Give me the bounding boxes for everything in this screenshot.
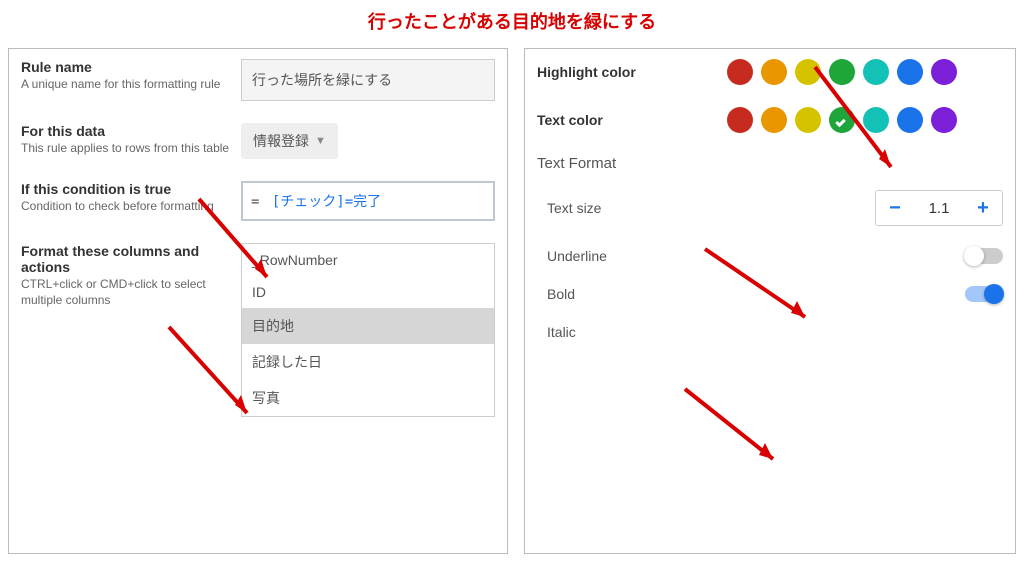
rule-name-input[interactable]: 行った場所を緑にする	[241, 59, 495, 101]
color-swatch[interactable]	[795, 107, 821, 133]
condition-label: If this condition is true	[21, 181, 231, 197]
color-swatch[interactable]	[761, 59, 787, 85]
column-option[interactable]: 記録した日	[242, 344, 494, 380]
condition-expression-input[interactable]: = [チェック]=完了	[241, 181, 495, 221]
text-size-label: Text size	[537, 200, 727, 216]
color-swatch[interactable]	[897, 59, 923, 85]
color-swatch[interactable]	[829, 107, 855, 133]
equals-icon: =	[251, 194, 259, 210]
color-swatch[interactable]	[761, 107, 787, 133]
text-size-value: 1.1	[914, 200, 964, 217]
highlight-color-swatches	[727, 59, 957, 85]
color-swatch[interactable]	[727, 107, 753, 133]
condition-desc: Condition to check before formatting	[21, 199, 231, 215]
chevron-down-icon: ▼	[315, 135, 326, 147]
for-data-value: 情報登録	[253, 131, 309, 151]
for-data-dropdown[interactable]: 情報登録 ▼	[241, 123, 338, 159]
text-color-swatches	[727, 107, 957, 133]
color-swatch[interactable]	[897, 107, 923, 133]
condition-expression-text: [チェック]=完了	[272, 194, 381, 210]
color-swatch[interactable]	[931, 107, 957, 133]
color-swatch[interactable]	[829, 59, 855, 85]
rule-name-label: Rule name	[21, 59, 231, 75]
text-size-stepper: − 1.1 +	[875, 190, 1003, 226]
underline-toggle[interactable]	[965, 248, 1003, 264]
rule-form-panel: Rule name A unique name for this formatt…	[8, 48, 508, 554]
column-option[interactable]: ID	[242, 276, 494, 308]
text-format-header: Text Format	[537, 155, 1003, 172]
color-swatch[interactable]	[727, 59, 753, 85]
color-swatch[interactable]	[795, 59, 821, 85]
for-data-desc: This rule applies to rows from this tabl…	[21, 141, 231, 157]
for-data-label: For this data	[21, 123, 231, 139]
text-size-plus-button[interactable]: +	[964, 191, 1002, 225]
text-size-minus-button[interactable]: −	[876, 191, 914, 225]
bold-label: Bold	[537, 286, 727, 302]
color-swatch[interactable]	[863, 107, 889, 133]
column-option[interactable]: _RowNumber	[242, 244, 494, 276]
rule-name-desc: A unique name for this formatting rule	[21, 77, 231, 93]
highlight-color-label: Highlight color	[537, 64, 727, 80]
columns-label: Format these columns and actions	[21, 243, 231, 275]
columns-listbox[interactable]: _RowNumberID目的地記録した日写真	[241, 243, 495, 417]
page-title: 行ったことがある目的地を緑にする	[0, 0, 1024, 48]
format-panel: Highlight color Text color Text Format T…	[524, 48, 1016, 554]
text-color-label: Text color	[537, 112, 727, 128]
bold-toggle[interactable]	[965, 286, 1003, 302]
color-swatch[interactable]	[931, 59, 957, 85]
underline-label: Underline	[537, 248, 727, 264]
columns-desc: CTRL+click or CMD+click to select multip…	[21, 277, 231, 308]
color-swatch[interactable]	[863, 59, 889, 85]
column-option[interactable]: 目的地	[242, 308, 494, 344]
italic-label: Italic	[537, 324, 727, 340]
column-option[interactable]: 写真	[242, 380, 494, 416]
